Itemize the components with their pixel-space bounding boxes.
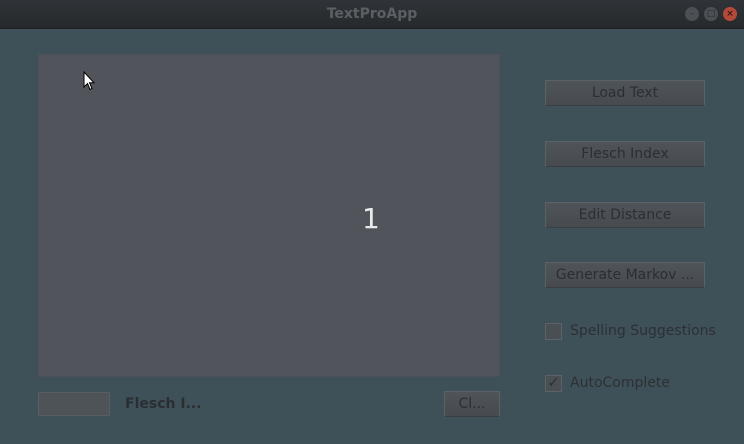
mouse-cursor-icon xyxy=(83,71,95,91)
edit-distance-button[interactable]: Edit Distance xyxy=(545,202,705,228)
app-window: TextProApp – □ × 1 Load Text Flesch Inde… xyxy=(0,0,744,444)
load-text-button[interactable]: Load Text xyxy=(545,80,705,106)
text-editor-area[interactable] xyxy=(38,54,500,377)
window-title: TextProApp xyxy=(326,6,418,22)
clear-button[interactable]: Cl... xyxy=(444,391,500,417)
overlay-number: 1 xyxy=(362,202,380,235)
flesch-score-field[interactable] xyxy=(38,392,110,416)
autocomplete-label: AutoComplete xyxy=(570,375,670,391)
title-bar[interactable]: TextProApp – □ × xyxy=(0,0,744,29)
autocomplete-checkbox[interactable]: ✓ xyxy=(545,374,562,392)
generate-markov-button[interactable]: Generate Markov ... xyxy=(545,262,705,288)
flesch-index-label: Flesch I... xyxy=(125,396,202,412)
spelling-suggestions-label: Spelling Suggestions xyxy=(570,323,716,339)
spelling-suggestions-option[interactable]: Spelling Suggestions xyxy=(545,321,716,341)
spelling-suggestions-checkbox[interactable] xyxy=(545,322,562,340)
maximize-icon[interactable]: □ xyxy=(704,7,718,21)
minimize-icon[interactable]: – xyxy=(685,7,699,21)
flesch-index-button[interactable]: Flesch Index xyxy=(545,141,705,167)
autocomplete-option[interactable]: ✓ AutoComplete xyxy=(545,373,670,393)
close-icon[interactable]: × xyxy=(723,7,737,21)
